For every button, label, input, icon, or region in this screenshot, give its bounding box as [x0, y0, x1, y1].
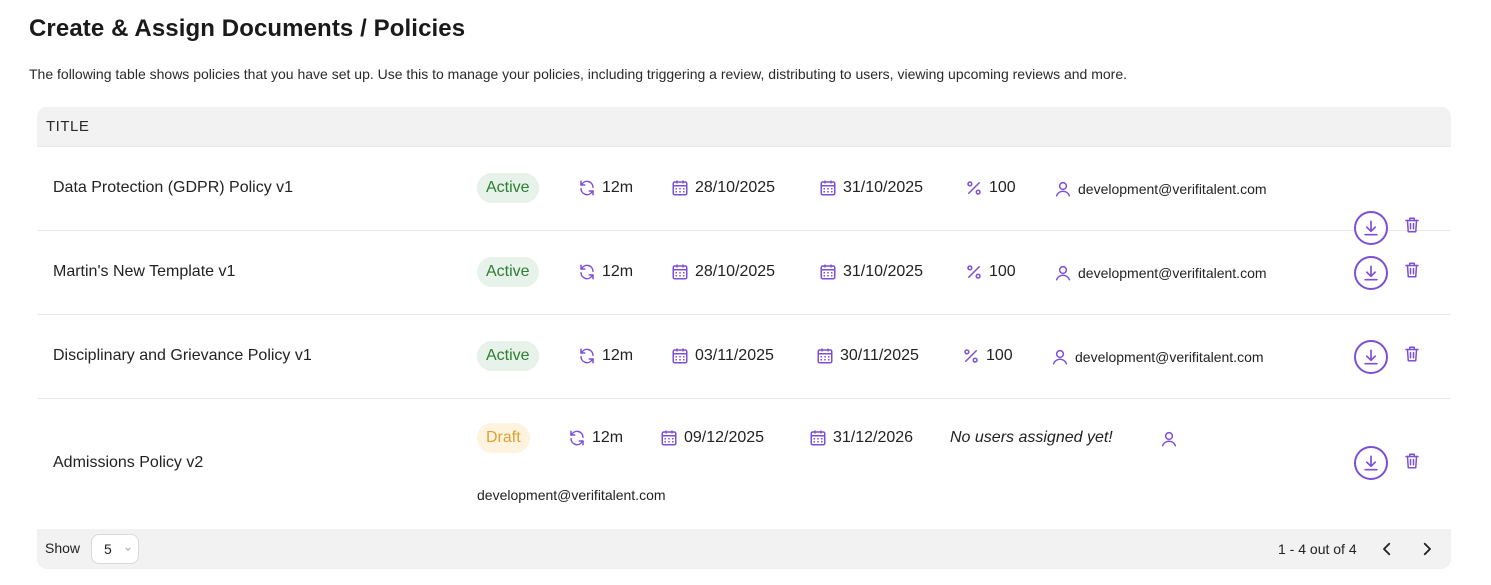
table-row[interactable]: Martin's New Template v1 Active 12m 28/1… [37, 231, 1451, 315]
assigned-user: development@verifitalent.com [1078, 265, 1267, 281]
show-label: Show [45, 540, 81, 556]
review-cycle: 12m [602, 347, 634, 364]
calendar-icon [819, 263, 837, 281]
user-icon [1054, 264, 1072, 282]
table-row[interactable]: Disciplinary and Grievance Policy v1 Act… [37, 315, 1451, 399]
start-date: 09/12/2025 [684, 429, 765, 446]
calendar-icon [671, 179, 689, 197]
page-title: Create & Assign Documents / Policies [29, 15, 466, 42]
review-cycle: 12m [602, 263, 634, 280]
calendar-icon [671, 347, 689, 365]
user-icon [1051, 348, 1069, 366]
next-page-button[interactable] [1418, 540, 1436, 558]
page-size-value: 5 [104, 541, 112, 557]
status-badge: Active [477, 341, 539, 371]
percent-icon [962, 347, 980, 365]
delete-button[interactable] [1403, 261, 1421, 279]
user-icon [1054, 180, 1072, 198]
page-size-select[interactable]: 5 [91, 534, 139, 564]
review-cycle: 12m [602, 179, 634, 196]
trash-icon [1403, 345, 1421, 363]
download-icon [1361, 347, 1381, 367]
refresh-icon [578, 347, 596, 365]
policy-title[interactable]: Data Protection (GDPR) Policy v1 [53, 179, 293, 197]
status-badge: Active [477, 173, 539, 203]
start-date: 03/11/2025 [695, 347, 774, 364]
chevron-down-icon [124, 545, 132, 553]
review-date: 31/10/2025 [843, 263, 924, 280]
table-row[interactable]: Data Protection (GDPR) Policy v1 Active … [37, 147, 1451, 245]
policy-title[interactable]: Disciplinary and Grievance Policy v1 [53, 347, 312, 365]
page-description: The following table shows policies that … [29, 66, 1128, 82]
assigned-user: development@verifitalent.com [1078, 181, 1267, 197]
download-button[interactable] [1354, 446, 1388, 480]
trash-icon [1403, 452, 1421, 470]
trash-icon [1403, 261, 1421, 279]
refresh-icon [568, 429, 586, 447]
status-badge: Draft [477, 423, 530, 453]
percent-icon [965, 179, 983, 197]
delete-button[interactable] [1403, 345, 1421, 363]
refresh-icon [578, 179, 596, 197]
chevron-left-icon [1378, 540, 1396, 558]
percent-icon [965, 263, 983, 281]
calendar-icon [816, 347, 834, 365]
download-button[interactable] [1354, 340, 1388, 374]
chevron-right-icon [1418, 540, 1436, 558]
policy-title[interactable]: Martin's New Template v1 [53, 263, 235, 281]
download-icon [1361, 263, 1381, 283]
user-icon [1160, 430, 1178, 448]
refresh-icon [578, 263, 596, 281]
start-date: 28/10/2025 [695, 179, 776, 196]
pagination-range: 1 - 4 out of 4 [1278, 541, 1357, 557]
table-header: TITLE [37, 107, 1451, 147]
download-button[interactable] [1354, 256, 1388, 290]
completion-percent: 100 [989, 263, 1016, 280]
calendar-icon [671, 263, 689, 281]
download-icon [1361, 453, 1381, 473]
assigned-user: development@verifitalent.com [1075, 349, 1264, 365]
review-cycle: 12m [592, 429, 624, 446]
policies-table: TITLE Data Protection (GDPR) Policy v1 A… [37, 107, 1451, 529]
column-header-title[interactable]: TITLE [46, 118, 89, 135]
policy-title[interactable]: Admissions Policy v2 [53, 454, 203, 472]
previous-page-button[interactable] [1378, 540, 1396, 558]
delete-button[interactable] [1403, 452, 1421, 470]
review-date: 30/11/2025 [840, 347, 919, 364]
review-date: 31/12/2026 [833, 429, 914, 446]
assigned-user: development@verifitalent.com [477, 487, 666, 503]
calendar-icon [809, 429, 827, 447]
completion-percent: 100 [989, 179, 1016, 196]
calendar-icon [660, 429, 678, 447]
review-date: 31/10/2025 [843, 179, 924, 196]
completion-percent: 100 [986, 347, 1013, 364]
table-footer: Show 5 1 - 4 out of 4 [37, 529, 1451, 569]
status-badge: Active [477, 257, 539, 287]
no-users-note: No users assigned yet! [950, 429, 1113, 446]
table-row[interactable]: Admissions Policy v2 Draft 12m 09/12/202… [37, 399, 1451, 529]
start-date: 28/10/2025 [695, 263, 776, 280]
calendar-icon [819, 179, 837, 197]
